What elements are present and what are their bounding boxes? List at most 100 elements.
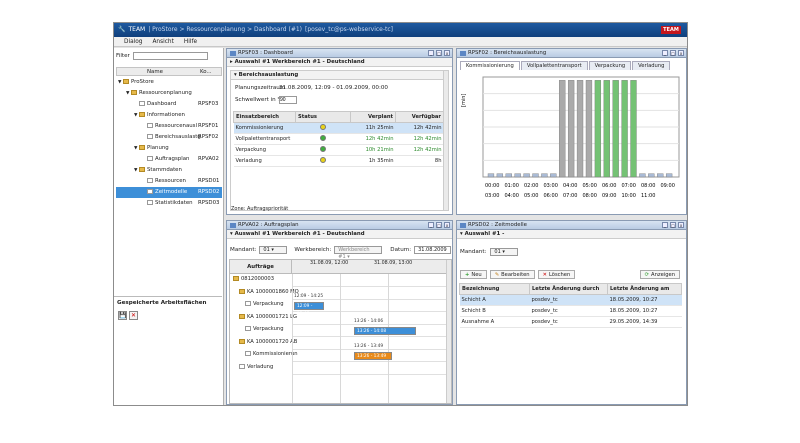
maximize-icon[interactable]: □: [436, 50, 442, 56]
maximize-icon[interactable]: □: [670, 50, 676, 56]
maximize-icon[interactable]: □: [670, 222, 676, 228]
close-icon[interactable]: x: [678, 222, 684, 228]
minimize-icon[interactable]: _: [662, 50, 668, 56]
tree-item[interactable]: Statistikdaten RPSD03: [116, 198, 222, 209]
folder-icon: [239, 313, 245, 319]
user-info: [posev_tc@ps-webservice-tc]: [305, 26, 394, 33]
mandant-select[interactable]: 01 ▾: [490, 248, 519, 256]
schedule-bar[interactable]: 13:26 - 13:49: [354, 352, 392, 360]
bereichsauslastung-panel: RPSF02 : Bereichsauslastung _ □ x Kommissi…: [456, 48, 687, 215]
panel-icon: [460, 222, 466, 228]
tree-item[interactable]: ▼ ProStore: [116, 77, 222, 88]
order-row[interactable]: KA 1000001860 MO: [239, 288, 299, 295]
order-row[interactable]: Verladung: [239, 363, 274, 370]
gantt: Aufträge 31.08.09, 12:00 31.08.09, 13:00…: [229, 259, 452, 404]
splitter[interactable]: [114, 296, 222, 297]
schwell-input[interactable]: [279, 96, 297, 104]
minimize-icon[interactable]: _: [428, 50, 434, 56]
filter-row: Mandant: 01 ▾ Werkbereich: Werkbereich #…: [230, 246, 451, 260]
app-window: 🔧 TEAM | ProStore > Ressourcenplanung > …: [113, 22, 688, 406]
order-row[interactable]: Verpackung: [245, 326, 284, 332]
bereich-cell: Vollpalettentransport: [233, 133, 296, 145]
tab-vollpalettentransport[interactable]: Vollpalettentransport: [520, 61, 588, 70]
tree-item[interactable]: Zeitmodelle RPSD02: [116, 187, 222, 198]
verfuegbar-cell: 12h 42min: [395, 144, 444, 156]
table-row[interactable]: Ausnahme Aposdev_tc 29.05.2009, 14:39: [459, 316, 682, 328]
scrollbar[interactable]: [443, 71, 448, 210]
col-bezeichnung[interactable]: Bezeichnung: [459, 283, 530, 295]
tree-item[interactable]: Bereichsauslastg RPSF02: [116, 132, 222, 143]
tree-item[interactable]: ▼ Ressourcenplanung: [116, 88, 222, 99]
werk-select[interactable]: Werkbereich #1 ▾: [334, 246, 383, 260]
close-icon[interactable]: x: [444, 222, 450, 228]
panel-icon: [460, 50, 466, 56]
bereich-cell: Verladung: [233, 155, 296, 167]
table-row[interactable]: Schicht Bposdev_tc 18.05.2009, 10:27: [459, 305, 682, 317]
close-icon[interactable]: x: [444, 50, 450, 56]
tab-verpackung[interactable]: Verpackung: [588, 61, 632, 70]
schedule-bar[interactable]: 12:09 - 12:48: [294, 302, 324, 317]
tab-kommissionierung[interactable]: Kommissionierung: [460, 61, 520, 70]
plus-icon: +: [465, 271, 470, 278]
status-cell: [295, 133, 351, 145]
delete-icon[interactable]: ✕: [129, 311, 138, 320]
tab-verladung[interactable]: Verladung: [632, 61, 671, 70]
x-tick-label: 04:00: [505, 193, 519, 199]
col-code[interactable]: Ko...: [197, 68, 212, 75]
close-icon[interactable]: x: [678, 50, 684, 56]
datum-input[interactable]: 31.08.2009: [414, 246, 451, 254]
edit-button[interactable]: ✎ Bearbeiten: [489, 270, 535, 279]
menu-ansicht[interactable]: Ansicht: [152, 37, 173, 46]
filter-input[interactable]: [132, 52, 208, 60]
order-row[interactable]: 0812000003: [233, 276, 274, 282]
order-row[interactable]: Kommissionierun: [245, 351, 298, 357]
bar: [594, 80, 602, 178]
section-header[interactable]: ▾ Bereichsauslastung: [231, 71, 448, 80]
menu-dialog[interactable]: Dialog: [124, 37, 142, 46]
col-verplant[interactable]: Verplant: [350, 111, 396, 123]
tree-item[interactable]: ▼ Informationen: [116, 110, 222, 121]
table-row[interactable]: Verpackung 10h 21min 12h 42min: [233, 144, 444, 156]
col-status[interactable]: Status: [295, 111, 351, 123]
menu-hilfe[interactable]: Hilfe: [184, 37, 197, 46]
maximize-icon[interactable]: □: [436, 222, 442, 228]
order-row[interactable]: KA 1000001720 AB: [239, 338, 297, 345]
tree-item[interactable]: Ressourcen RPSD01: [116, 176, 222, 187]
mandant-select[interactable]: 01 ▾: [259, 246, 288, 254]
selection-header[interactable]: ▾ Auswahl #1 -: [457, 230, 686, 239]
bezeichnung-cell: Ausnahme A: [459, 316, 530, 328]
order-label: Verladung: [247, 363, 274, 370]
tree-item[interactable]: Dashboard RPSF03: [116, 99, 222, 110]
minimize-icon[interactable]: _: [428, 222, 434, 228]
mandant-value: 01: [263, 247, 270, 253]
table-row[interactable]: Kommissionierung 11h 25min 12h 42min: [233, 122, 444, 134]
schedule-bar[interactable]: 13:26 - 14:08: [354, 327, 416, 335]
col-name[interactable]: Name: [117, 68, 197, 75]
table-row[interactable]: Verladung 1h 35min 8h: [233, 155, 444, 167]
filter-label: Filter: [116, 53, 130, 59]
minimize-icon[interactable]: _: [662, 222, 668, 228]
table-row[interactable]: Vollpalettentransport 12h 42min 12h 42min: [233, 133, 444, 145]
col-changed-at[interactable]: Letzte Änderung am: [607, 283, 682, 295]
col-changed-by[interactable]: Letzte Änderung durch: [529, 283, 608, 295]
changed-by-cell: posdev_tc: [529, 316, 608, 328]
col-verfuegbar[interactable]: Verfügbar: [395, 111, 444, 123]
new-button[interactable]: + Neu: [460, 270, 487, 279]
tree-item[interactable]: ▼ Stammdaten: [116, 165, 222, 176]
tree-item[interactable]: Ressourcenausl RPSF01: [116, 121, 222, 132]
delete-button[interactable]: ✕ Löschen: [537, 270, 576, 279]
show-button[interactable]: ⟳ Anzeigen: [639, 270, 680, 279]
selection-header[interactable]: ▸ Auswahl #1 Werkbereich #1 - Deutschlan…: [227, 58, 452, 67]
scrollbar[interactable]: [446, 260, 451, 403]
tree-item[interactable]: ▼ Planung: [116, 143, 222, 154]
order-row[interactable]: Verpackung: [245, 301, 284, 307]
folder-icon: [139, 167, 145, 172]
col-bereich[interactable]: Einsatzbereich: [233, 111, 296, 123]
table-row[interactable]: Schicht Aposdev_tc 18.05.2009, 10:27: [459, 294, 682, 306]
selection-header[interactable]: ▾ Auswahl #1 Werkbereich #1 - Deutschlan…: [227, 230, 452, 239]
bar: [585, 80, 593, 178]
order-row[interactable]: KA 1000001721 LG: [239, 313, 297, 320]
tree-item[interactable]: Auftragsplan RPVA02: [116, 154, 222, 165]
datum-label: Datum:: [390, 247, 412, 253]
save-icon[interactable]: 💾: [118, 311, 127, 320]
